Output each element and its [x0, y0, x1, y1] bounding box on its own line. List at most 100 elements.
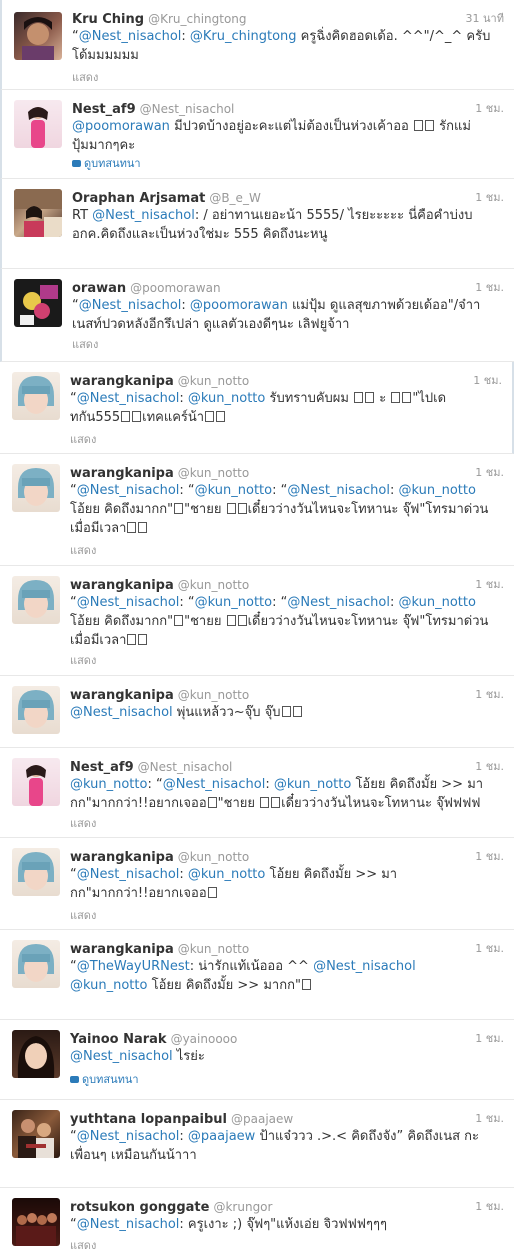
tweet-timestamp[interactable]: 1 ชม. [473, 371, 502, 389]
mention-link[interactable]: @kun_notto [70, 777, 147, 792]
avatar[interactable] [12, 464, 60, 512]
tweet-username[interactable]: @kun_notto [178, 374, 250, 388]
tweet-item[interactable]: yuthtana lopanpaibul @paajaew 1 ชม. “@Nes… [0, 1100, 514, 1188]
mention-link[interactable]: @Nest_nisachol [313, 959, 416, 974]
tweet-fullname[interactable]: Oraphan Arjsamat [72, 191, 205, 206]
tweet-username[interactable]: @paajaew [231, 1112, 293, 1126]
mention-link[interactable]: @paajaew [188, 1129, 255, 1144]
tweet-fullname[interactable]: warangkanipa [70, 578, 174, 593]
mention-link[interactable]: @Nest_nisachol [77, 483, 180, 498]
mention-link[interactable]: @Nest_nisachol [77, 391, 180, 406]
tweet-username[interactable]: @kun_notto [178, 688, 250, 702]
tweet-item[interactable]: rotsukon gonggate @krungor 1 ชม. “@Nest_n… [0, 1188, 514, 1260]
tweet-fullname[interactable]: warangkanipa [70, 374, 174, 389]
mention-link[interactable]: @Nest_nisachol [92, 208, 195, 223]
tweet-timestamp[interactable]: 1 ชม. [475, 278, 504, 296]
mention-link[interactable]: @Nest_nisachol [287, 483, 390, 498]
tweet-timestamp[interactable]: 1 ชม. [475, 575, 504, 593]
tweet-item[interactable]: Nest_af9 @Nest_nisachol 1 ชม. @poomorawan… [0, 90, 514, 179]
tweet-fullname[interactable]: Nest_af9 [70, 760, 134, 775]
tweet-username[interactable]: @Nest_nisachol [140, 102, 235, 116]
mention-link[interactable]: @Nest_nisachol [79, 29, 182, 44]
avatar[interactable] [14, 12, 62, 60]
mention-link[interactable]: @kun_notto [70, 978, 147, 993]
avatar[interactable] [12, 1198, 60, 1246]
show-link[interactable]: แสดง [72, 335, 98, 353]
view-conversation-link[interactable]: ดูบทสนทนา [72, 154, 141, 172]
mention-link[interactable]: @Nest_nisachol [163, 777, 266, 792]
tweet-item[interactable]: warangkanipa @kun_notto 1 ชม. “@Nest_nisa… [0, 454, 514, 566]
show-link[interactable]: แสดง [72, 68, 98, 86]
tweet-item[interactable]: orawan @poomorawan 1 ชม. “@Nest_nisachol:… [0, 269, 514, 362]
tweet-fullname[interactable]: warangkanipa [70, 942, 174, 957]
show-link[interactable]: แสดง [70, 906, 96, 924]
tweet-username[interactable]: @Nest_nisachol [138, 760, 233, 774]
tweet-fullname[interactable]: warangkanipa [70, 688, 174, 703]
mention-link[interactable]: @poomorawan [190, 298, 288, 313]
avatar[interactable] [14, 189, 62, 237]
tweet-item[interactable]: warangkanipa @kun_notto 1 ชม. @Nest_nisac… [0, 676, 514, 748]
avatar[interactable] [14, 100, 62, 148]
tweet-username[interactable]: @yainoooo [171, 1032, 238, 1046]
tweet-item[interactable]: warangkanipa @kun_notto 1 ชม. “@Nest_nisa… [0, 362, 514, 454]
tweet-fullname[interactable]: rotsukon gonggate [70, 1200, 209, 1215]
tweet-fullname[interactable]: warangkanipa [70, 850, 174, 865]
mention-link[interactable]: @kun_notto [399, 483, 476, 498]
tweet-timestamp[interactable]: 1 ชม. [475, 1029, 504, 1047]
tweet-timestamp[interactable]: 1 ชม. [475, 685, 504, 703]
tweet-fullname[interactable]: orawan [72, 281, 126, 296]
tweet-username[interactable]: @B_e_W [209, 191, 260, 205]
mention-link[interactable]: @Nest_nisachol [287, 595, 390, 610]
tweet-fullname[interactable]: Nest_af9 [72, 102, 136, 117]
mention-link[interactable]: @Nest_nisachol [77, 595, 180, 610]
tweet-fullname[interactable]: Kru Ching [72, 12, 144, 27]
tweet-item[interactable]: Nest_af9 @Nest_nisachol 1 ชม. @kun_notto:… [0, 748, 514, 838]
mention-link[interactable]: @kun_notto [399, 595, 476, 610]
mention-link[interactable]: @Nest_nisachol [77, 1217, 180, 1232]
avatar[interactable] [14, 279, 62, 327]
tweet-timestamp[interactable]: 1 ชม. [475, 847, 504, 865]
avatar[interactable] [12, 1110, 60, 1158]
mention-link[interactable]: @kun_notto [195, 483, 272, 498]
mention-link[interactable]: @kun_notto [188, 391, 265, 406]
show-link[interactable]: แสดง [70, 651, 96, 669]
mention-link[interactable]: @kun_notto [195, 595, 272, 610]
tweet-timestamp[interactable]: 1 ชม. [475, 1109, 504, 1127]
avatar[interactable] [12, 1030, 60, 1078]
mention-link[interactable]: @kun_notto [188, 867, 265, 882]
tweet-timestamp[interactable]: 1 ชม. [475, 188, 504, 206]
show-link[interactable]: แสดง [70, 814, 96, 832]
tweet-item[interactable]: Yainoo Narak @yainoooo 1 ชม. @Nest_nisach… [0, 1020, 514, 1100]
tweet-fullname[interactable]: yuthtana lopanpaibul [70, 1112, 227, 1127]
view-conversation-link[interactable]: ดูบทสนทนา [70, 1070, 139, 1088]
mention-link[interactable]: @Nest_nisachol [70, 1049, 173, 1064]
tweet-username[interactable]: @kun_notto [178, 942, 250, 956]
mention-link[interactable]: @kun_notto [274, 777, 351, 792]
tweet-username[interactable]: @kun_notto [178, 466, 250, 480]
mention-link[interactable]: @poomorawan [72, 119, 170, 134]
avatar[interactable] [12, 940, 60, 988]
mention-link[interactable]: @TheWayURNest [77, 959, 190, 974]
tweet-timestamp[interactable]: 1 ชม. [475, 463, 504, 481]
tweet-fullname[interactable]: warangkanipa [70, 466, 174, 481]
mention-link[interactable]: @Nest_nisachol [77, 1129, 180, 1144]
avatar[interactable] [12, 576, 60, 624]
show-link[interactable]: แสดง [70, 1236, 96, 1254]
avatar[interactable] [12, 758, 60, 806]
tweet-timestamp[interactable]: 1 ชม. [475, 757, 504, 775]
mention-link[interactable]: @Nest_nisachol [79, 298, 182, 313]
avatar[interactable] [12, 372, 60, 420]
tweet-timestamp[interactable]: 31 นาที [466, 9, 504, 27]
mention-link[interactable]: @Nest_nisachol [77, 867, 180, 882]
mention-link[interactable]: @Nest_nisachol [70, 705, 173, 720]
tweet-fullname[interactable]: Yainoo Narak [70, 1032, 167, 1047]
tweet-username[interactable]: @Kru_chingtong [148, 12, 246, 26]
tweet-username[interactable]: @kun_notto [178, 578, 250, 592]
show-link[interactable]: แสดง [70, 541, 96, 559]
tweet-item[interactable]: warangkanipa @kun_notto 1 ชม. “@Nest_nisa… [0, 566, 514, 676]
tweet-username[interactable]: @kun_notto [178, 850, 250, 864]
show-link[interactable]: แสดง [70, 430, 96, 448]
tweet-username[interactable]: @poomorawan [130, 281, 220, 295]
avatar[interactable] [12, 848, 60, 896]
tweet-item[interactable]: warangkanipa @kun_notto 1 ชม. “@TheWayURN… [0, 930, 514, 1020]
